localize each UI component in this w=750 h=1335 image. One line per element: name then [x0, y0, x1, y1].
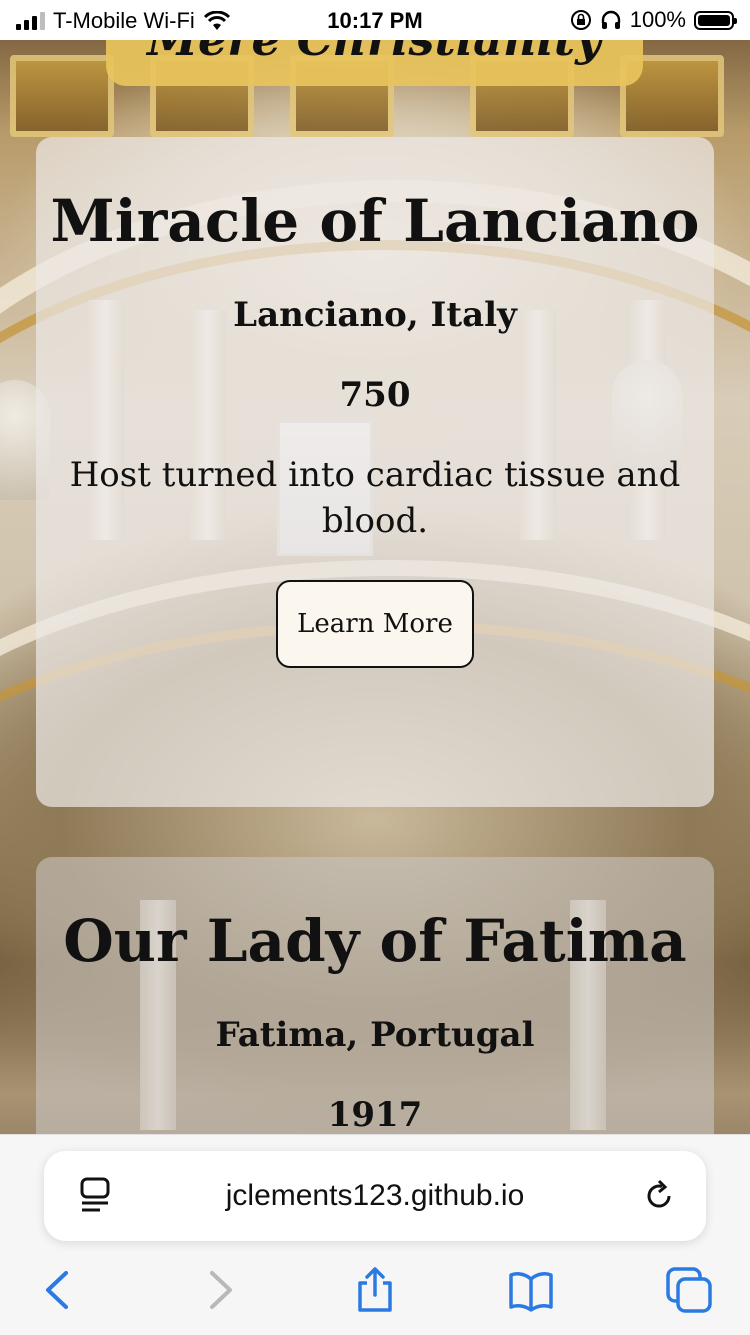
miracle-card: Miracle of Lanciano Lanciano, Italy 750 …: [36, 137, 714, 807]
bookmarks-icon[interactable]: [508, 1267, 554, 1313]
learn-more-button[interactable]: Learn More: [276, 580, 474, 668]
forward-icon[interactable]: [196, 1267, 242, 1313]
card-year: 1917: [327, 1095, 423, 1135]
card-title: Our Lady of Fatima: [63, 907, 687, 975]
card-title: Miracle of Lanciano: [50, 187, 700, 255]
browser-toolbar: jclements123.github.io: [0, 1134, 750, 1335]
status-right: 100%: [570, 7, 737, 33]
address-bar[interactable]: jclements123.github.io: [44, 1151, 706, 1241]
miracle-card: Our Lady of Fatima Fatima, Portugal 1917: [36, 857, 714, 1177]
card-location: Fatima, Portugal: [215, 1015, 535, 1055]
tabs-icon[interactable]: [666, 1267, 712, 1313]
url-text[interactable]: jclements123.github.io: [44, 1179, 706, 1213]
card-year: 750: [339, 375, 411, 415]
share-icon[interactable]: [352, 1267, 398, 1313]
headphones-icon: [601, 10, 620, 29]
status-bar: T-Mobile Wi-Fi 10:17 PM 100%: [0, 0, 750, 40]
lock-rotation-icon: [570, 10, 591, 30]
card-description: Host turned into cardiac tissue and bloo…: [69, 455, 681, 541]
card-location: Lanciano, Italy: [233, 295, 517, 335]
battery-percent: 100%: [629, 7, 686, 32]
reload-icon[interactable]: [642, 1179, 676, 1213]
back-icon[interactable]: [36, 1267, 82, 1313]
battery-icon: [694, 10, 737, 30]
